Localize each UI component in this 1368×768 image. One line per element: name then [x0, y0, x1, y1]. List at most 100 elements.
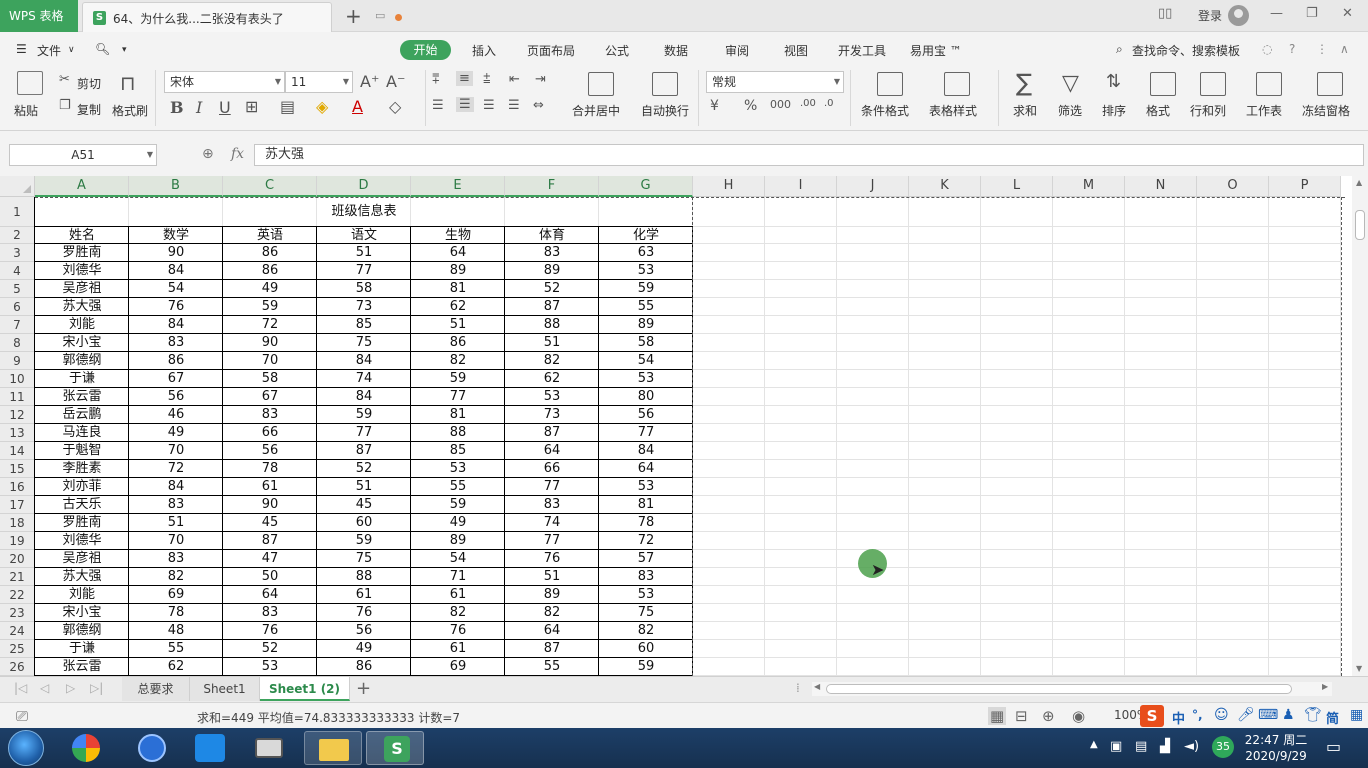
name-cell[interactable]: 罗胜南 [35, 514, 129, 532]
score-cell[interactable]: 73 [317, 298, 411, 316]
score-cell[interactable]: 67 [129, 370, 223, 388]
row-header[interactable]: 24 [0, 622, 35, 640]
sheet-tab-sheet1[interactable]: Sheet1 [190, 677, 260, 701]
tab-developer[interactable]: 开发工具 [838, 42, 886, 59]
sogou-ime-icon[interactable]: S [1140, 705, 1164, 727]
scroll-down-icon[interactable]: ▼ [1356, 664, 1362, 673]
paste-icon[interactable] [17, 71, 43, 95]
scissors-icon[interactable]: ✂ [59, 72, 70, 87]
login-link[interactable]: 登录 [1198, 7, 1222, 24]
comment-icon[interactable]: ◌ [1262, 42, 1272, 56]
score-cell[interactable]: 82 [505, 604, 599, 622]
layout-icon[interactable]: ▯▯ [1158, 6, 1172, 21]
score-cell[interactable]: 49 [223, 280, 317, 298]
score-cell[interactable]: 88 [317, 568, 411, 586]
column-label[interactable]: 生物 [411, 227, 505, 244]
quick-access-dropdown-icon[interactable]: ▾ [122, 45, 127, 55]
score-cell[interactable]: 51 [411, 316, 505, 334]
photo-app-icon[interactable] [58, 731, 116, 765]
score-cell[interactable]: 83 [223, 406, 317, 424]
score-cell[interactable]: 59 [223, 298, 317, 316]
row-header[interactable]: 2 [0, 227, 35, 244]
row-header[interactable]: 22 [0, 586, 35, 604]
score-cell[interactable]: 90 [129, 244, 223, 262]
search-icon[interactable]: ⌕ [1116, 42, 1123, 57]
align-left-icon[interactable]: ☰ [432, 98, 444, 113]
tab-view[interactable]: 视图 [784, 42, 808, 59]
score-cell[interactable]: 89 [505, 586, 599, 604]
score-cell[interactable]: 51 [505, 568, 599, 586]
freeze-panes-icon[interactable] [1317, 72, 1343, 96]
command-search[interactable]: 查找命令、搜索模板 [1132, 42, 1240, 59]
ime-user-icon[interactable]: ♟ [1282, 707, 1295, 723]
start-button[interactable] [8, 730, 44, 766]
worksheet-icon[interactable] [1256, 72, 1282, 96]
score-cell[interactable]: 77 [505, 478, 599, 496]
name-cell[interactable]: 苏大强 [35, 568, 129, 586]
row-header[interactable]: 18 [0, 514, 35, 532]
score-cell[interactable]: 52 [223, 640, 317, 658]
column-header-e[interactable]: E [411, 176, 505, 197]
score-cell[interactable]: 82 [411, 352, 505, 370]
score-cell[interactable]: 54 [411, 550, 505, 568]
score-cell[interactable]: 48 [129, 622, 223, 640]
normal-view-icon[interactable]: ▦ [988, 707, 1007, 725]
column-header-a[interactable]: A [35, 176, 129, 197]
browser-app-icon[interactable] [124, 731, 182, 765]
sort-button[interactable]: 排序 [1102, 102, 1126, 119]
select-all-corner[interactable] [0, 176, 35, 197]
prev-sheet-icon[interactable]: ◁ [40, 681, 49, 695]
font-color-icon[interactable]: A [352, 97, 363, 116]
score-cell[interactable]: 83 [129, 496, 223, 514]
score-cell[interactable]: 51 [129, 514, 223, 532]
sheet-tab-requirements[interactable]: 总要求 [122, 677, 190, 701]
score-cell[interactable]: 72 [129, 460, 223, 478]
score-cell[interactable]: 86 [129, 352, 223, 370]
name-cell[interactable]: 张云雷 [35, 658, 129, 676]
column-header-k[interactable]: K [909, 176, 981, 197]
score-cell[interactable]: 86 [223, 244, 317, 262]
score-cell[interactable]: 86 [411, 334, 505, 352]
ime-menu-icon[interactable]: ▦ [1350, 707, 1363, 723]
name-cell[interactable]: 刘能 [35, 586, 129, 604]
score-cell[interactable]: 75 [599, 604, 693, 622]
name-cell[interactable]: 罗胜南 [35, 244, 129, 262]
row-header[interactable]: 7 [0, 316, 35, 334]
score-cell[interactable]: 86 [223, 262, 317, 280]
avatar[interactable] [1228, 5, 1249, 26]
app-tab[interactable]: WPS 表格 [0, 0, 78, 32]
score-cell[interactable]: 59 [317, 406, 411, 424]
score-cell[interactable]: 51 [317, 478, 411, 496]
name-cell[interactable]: 马连良 [35, 424, 129, 442]
column-header-d[interactable]: D [317, 176, 411, 197]
score-cell[interactable]: 74 [505, 514, 599, 532]
score-cell[interactable]: 53 [599, 262, 693, 280]
network-icon[interactable]: ▟ [1160, 739, 1170, 754]
score-cell[interactable]: 61 [411, 586, 505, 604]
name-cell[interactable]: 古天乐 [35, 496, 129, 514]
copy-icon[interactable]: ❐ [59, 98, 71, 113]
score-cell[interactable]: 55 [129, 640, 223, 658]
score-cell[interactable]: 80 [599, 388, 693, 406]
score-cell[interactable]: 84 [129, 478, 223, 496]
row-header[interactable]: 12 [0, 406, 35, 424]
restore-button[interactable]: ❐ [1306, 6, 1318, 21]
wps-spreadsheet-app-icon[interactable]: S [366, 731, 424, 765]
chevron-down-icon[interactable]: ∨ [68, 45, 75, 55]
row-header[interactable]: 9 [0, 352, 35, 370]
name-cell[interactable]: 郭德纲 [35, 352, 129, 370]
score-cell[interactable]: 64 [505, 622, 599, 640]
column-header-j[interactable]: J [837, 176, 909, 197]
score-cell[interactable]: 53 [411, 460, 505, 478]
score-cell[interactable]: 69 [129, 586, 223, 604]
row-header[interactable]: 17 [0, 496, 35, 514]
notification-badge[interactable]: 35 [1212, 736, 1234, 758]
table-title[interactable]: 班级信息表 [35, 197, 693, 227]
score-cell[interactable]: 88 [411, 424, 505, 442]
cut-button[interactable]: 剪切 [77, 75, 101, 92]
font-name-select[interactable]: 宋体 ▼ [164, 71, 285, 93]
score-cell[interactable]: 89 [505, 262, 599, 280]
keyboard-icon[interactable]: ⌨ [1258, 707, 1278, 723]
score-cell[interactable]: 59 [599, 280, 693, 298]
column-label[interactable]: 英语 [223, 227, 317, 244]
